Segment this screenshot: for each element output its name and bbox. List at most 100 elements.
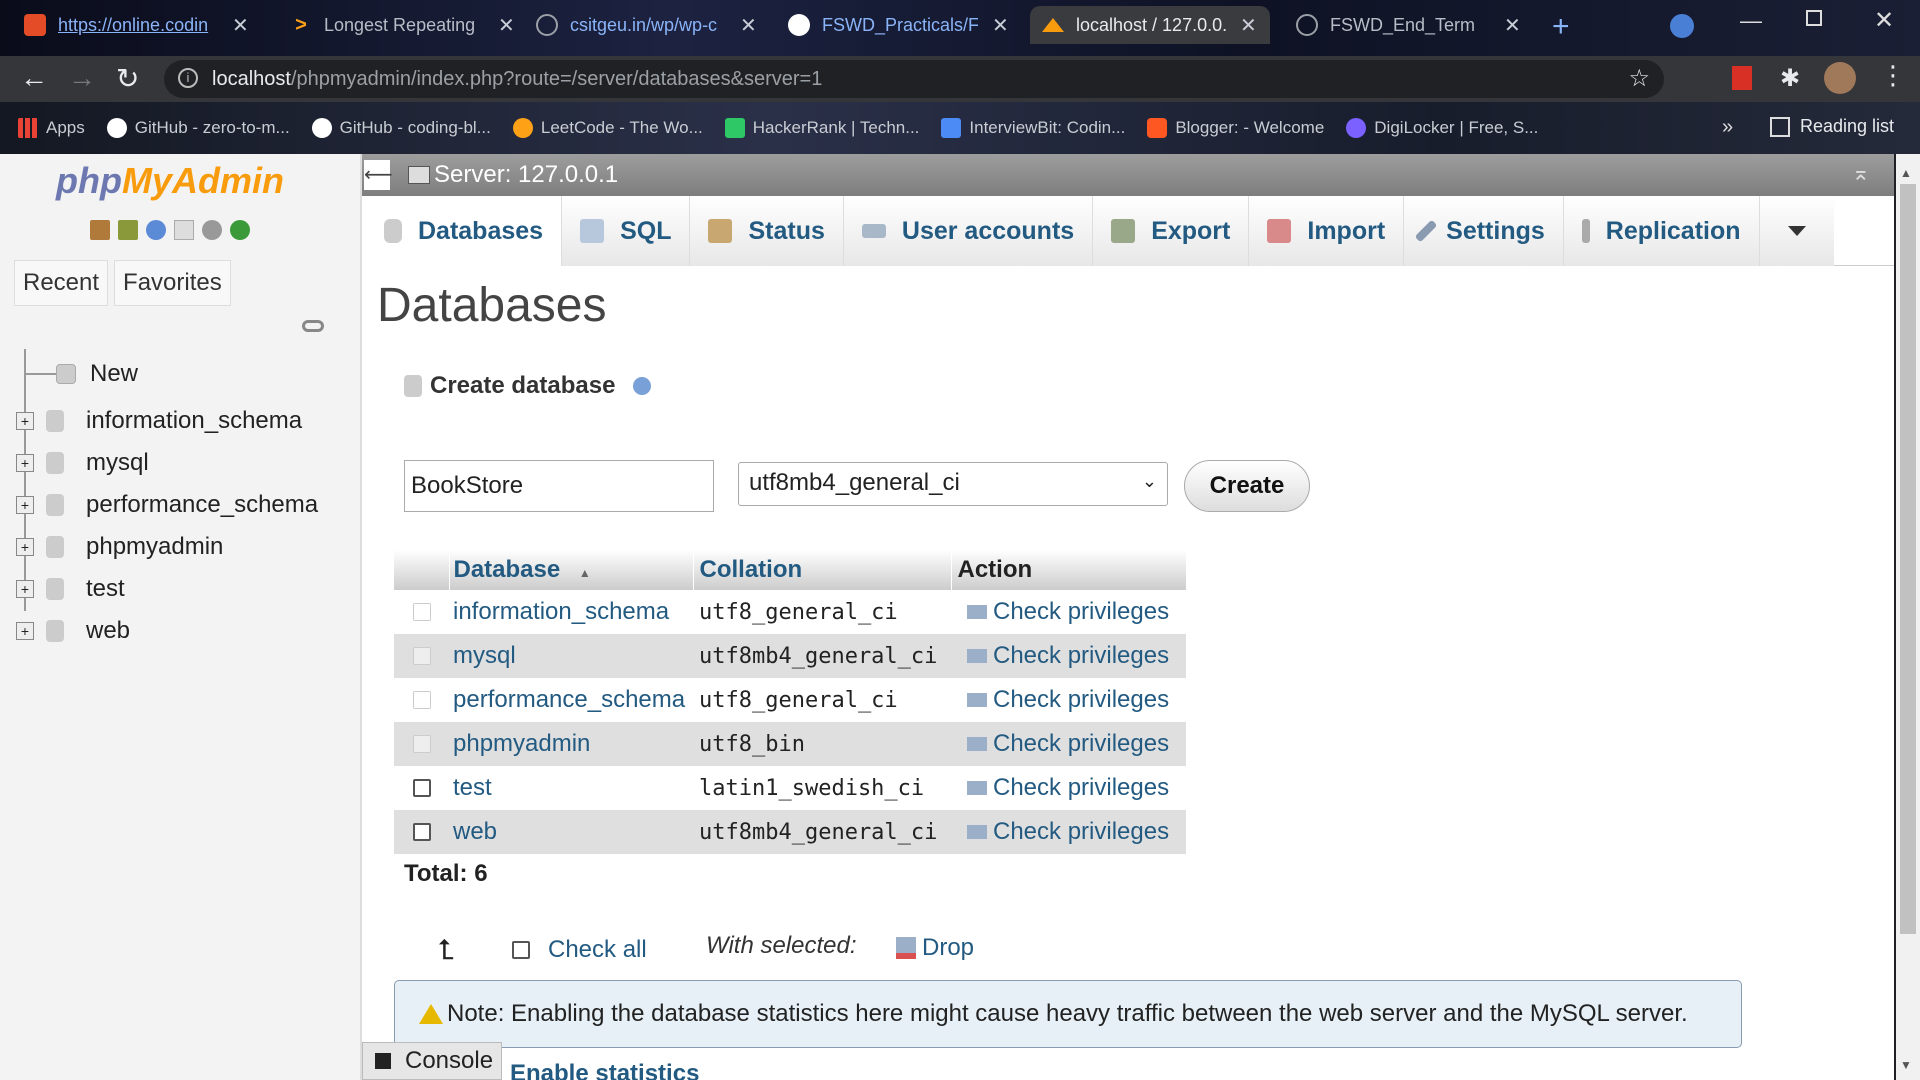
bookmark-item[interactable]: InterviewBit: Codin...: [941, 118, 1125, 138]
collapse-nav-icon[interactable]: ⟵: [364, 160, 393, 190]
check-privileges-link[interactable]: Check privileges: [993, 686, 1169, 713]
tab-replication[interactable]: Replication: [1563, 196, 1760, 266]
check-all-label[interactable]: Check all: [548, 936, 647, 964]
help-icon[interactable]: [146, 220, 166, 240]
more-tabs-dropdown[interactable]: [1759, 196, 1834, 266]
tree-item-database[interactable]: + performance_schema: [16, 484, 318, 526]
tree-item-database[interactable]: + information_schema: [16, 400, 318, 442]
forward-icon[interactable]: →: [68, 62, 96, 94]
expand-plus-icon[interactable]: +: [16, 622, 34, 640]
database-name-link[interactable]: information_schema: [449, 590, 693, 634]
extension-icon[interactable]: [1732, 66, 1752, 90]
browser-tab[interactable]: > Longest Repeating ✕: [290, 6, 520, 44]
create-button[interactable]: Create: [1184, 460, 1310, 512]
menu-kebab-icon[interactable]: ⋮: [1880, 60, 1906, 91]
browser-tab[interactable]: FSWD_End_Term ✕: [1296, 6, 1528, 44]
check-privileges-link[interactable]: Check privileges: [993, 730, 1169, 757]
enable-statistics-link[interactable]: Enable statistics: [510, 1060, 699, 1080]
database-name-link[interactable]: test: [449, 766, 693, 810]
bookmark-star-icon[interactable]: ☆: [1628, 64, 1650, 93]
scrollbar-thumb[interactable]: [1900, 184, 1916, 934]
refresh-icon[interactable]: [230, 220, 250, 240]
logout-icon[interactable]: [118, 220, 138, 240]
recent-button[interactable]: Recent: [14, 260, 109, 306]
docs-icon[interactable]: [174, 220, 194, 240]
restore-icon[interactable]: [1806, 10, 1822, 26]
browser-tab[interactable]: https://online.codin ✕: [24, 6, 264, 44]
address-bar[interactable]: i localhost/phpmyadmin/index.php?route=/…: [164, 60, 1664, 98]
site-info-icon[interactable]: i: [178, 68, 198, 88]
profile-sync-icon[interactable]: [1670, 14, 1694, 38]
more-bookmarks-icon[interactable]: »: [1722, 116, 1733, 139]
tree-item-database[interactable]: + test: [16, 568, 318, 610]
collapse-top-icon[interactable]: ⌅: [1852, 160, 1870, 186]
database-name-link[interactable]: web: [449, 810, 693, 854]
check-all[interactable]: Check all: [512, 936, 647, 964]
bookmark-item[interactable]: DigiLocker | Free, S...: [1346, 118, 1538, 138]
header-collation[interactable]: Collation: [693, 550, 952, 590]
expand-plus-icon[interactable]: +: [16, 454, 34, 472]
bookmark-item[interactable]: GitHub - zero-to-m...: [106, 118, 290, 138]
close-tab-icon[interactable]: ✕: [740, 13, 757, 38]
check-all-checkbox[interactable]: [512, 941, 530, 959]
expand-plus-icon[interactable]: +: [16, 496, 34, 514]
bookmark-item[interactable]: Blogger: - Welcome: [1147, 118, 1324, 138]
close-tab-icon[interactable]: ✕: [1504, 13, 1521, 38]
collation-select[interactable]: utf8mb4_general_ci ⌄: [738, 462, 1168, 506]
tab-status[interactable]: Status: [690, 196, 844, 266]
bookmark-item[interactable]: GitHub - coding-bl...: [311, 118, 491, 138]
bookmark-apps[interactable]: Apps: [18, 118, 85, 138]
check-privileges-link[interactable]: Check privileges: [993, 642, 1169, 669]
expand-plus-icon[interactable]: +: [16, 412, 34, 430]
action-cell[interactable]: Check privileges: [951, 722, 1186, 766]
gear-icon[interactable]: [202, 220, 222, 240]
action-cell[interactable]: Check privileges: [951, 678, 1186, 722]
server-label[interactable]: Server: 127.0.0.1: [434, 161, 618, 189]
profile-avatar[interactable]: [1824, 62, 1856, 94]
header-database[interactable]: Database ▲: [449, 550, 694, 590]
tree-item-database[interactable]: + web: [16, 610, 318, 652]
favorites-button[interactable]: Favorites: [114, 260, 231, 306]
action-cell[interactable]: Check privileges: [951, 634, 1186, 678]
back-icon[interactable]: ←: [20, 62, 48, 94]
tab-databases[interactable]: Databases: [366, 196, 563, 266]
console-toggle[interactable]: Console: [362, 1042, 502, 1080]
browser-tab[interactable]: FSWD_Practicals/F ✕: [788, 6, 1016, 44]
action-cell[interactable]: Check privileges: [951, 590, 1186, 634]
close-window-icon[interactable]: ✕: [1874, 6, 1894, 35]
scroll-up-icon[interactable]: ▲: [1900, 166, 1912, 180]
database-name-link[interactable]: performance_schema: [449, 678, 693, 722]
reload-icon[interactable]: ↻: [116, 62, 139, 95]
new-tab-icon[interactable]: +: [1552, 10, 1570, 44]
close-tab-icon[interactable]: ✕: [232, 13, 249, 38]
browser-tab-active[interactable]: localhost / 127.0.0.1 ✕: [1030, 6, 1270, 44]
action-cell[interactable]: Check privileges: [951, 766, 1186, 810]
tab-settings[interactable]: Settings: [1404, 196, 1564, 266]
tree-item-database[interactable]: + phpmyadmin: [16, 526, 318, 568]
tab-export[interactable]: Export: [1093, 196, 1250, 266]
database-name-link[interactable]: mysql: [449, 634, 693, 678]
link-icon[interactable]: [302, 320, 324, 332]
tree-item-database[interactable]: + mysql: [16, 442, 318, 484]
expand-plus-icon[interactable]: +: [16, 538, 34, 556]
check-privileges-link[interactable]: Check privileges: [993, 774, 1169, 801]
minimize-icon[interactable]: —: [1740, 8, 1762, 34]
close-tab-icon[interactable]: ✕: [992, 13, 1009, 38]
tab-import[interactable]: Import: [1249, 196, 1405, 266]
main-scrollbar[interactable]: ▲ ▼: [1896, 154, 1920, 1080]
tab-user-accounts[interactable]: User accounts: [843, 196, 1094, 266]
drop-button[interactable]: Drop: [896, 934, 974, 962]
database-name-link[interactable]: phpmyadmin: [449, 722, 693, 766]
scroll-down-icon[interactable]: ▼: [1900, 1058, 1912, 1072]
help-icon[interactable]: [633, 377, 652, 395]
close-tab-icon[interactable]: ✕: [498, 13, 515, 38]
row-checkbox[interactable]: [412, 823, 431, 841]
reading-list[interactable]: Reading list: [1770, 116, 1894, 137]
extensions-puzzle-icon[interactable]: ✱: [1780, 64, 1800, 93]
bookmark-item[interactable]: HackerRank | Techn...: [724, 118, 919, 138]
row-checkbox[interactable]: [412, 779, 431, 797]
home-icon[interactable]: [90, 220, 110, 240]
check-privileges-link[interactable]: Check privileges: [993, 818, 1169, 845]
expand-plus-icon[interactable]: +: [16, 580, 34, 598]
close-tab-icon[interactable]: ✕: [1240, 13, 1257, 38]
